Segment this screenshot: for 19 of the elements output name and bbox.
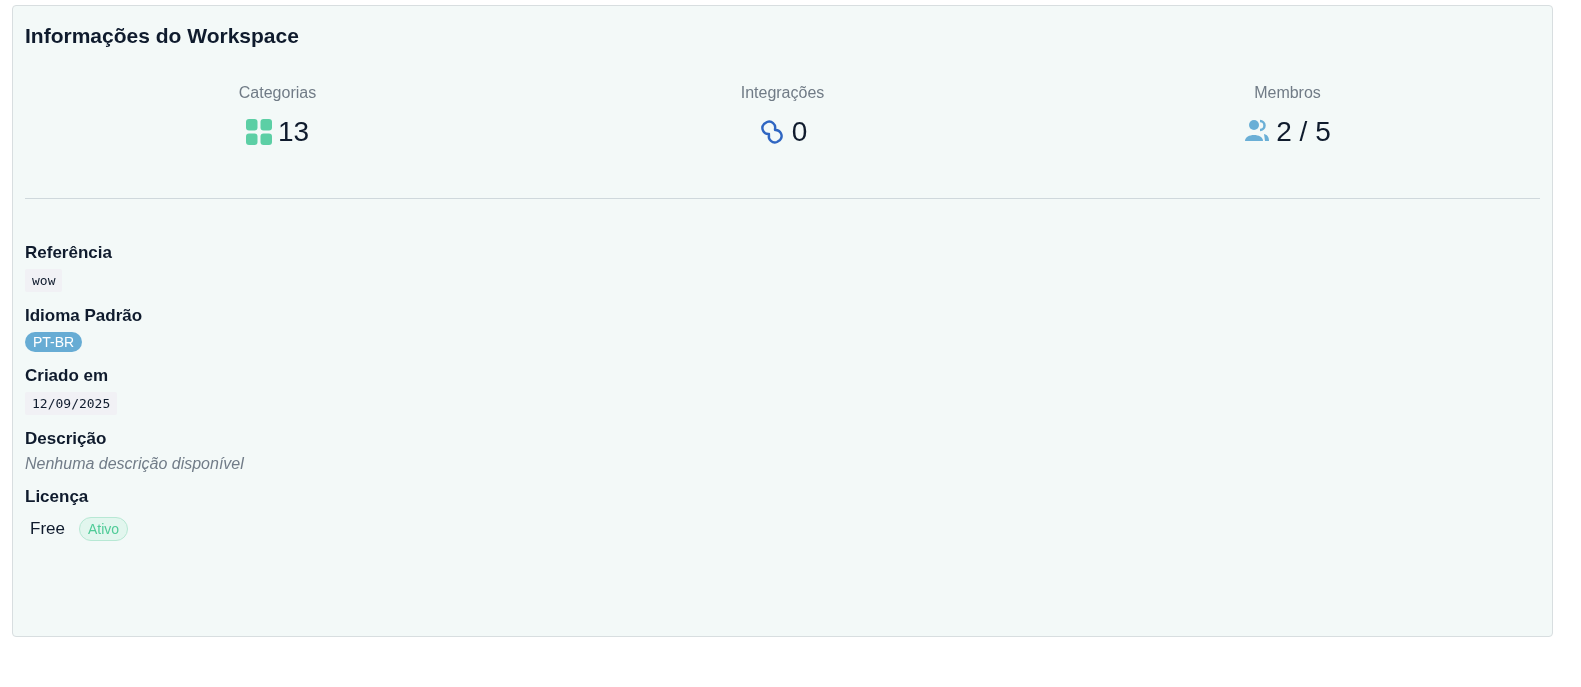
status-badge: Ativo xyxy=(78,517,129,541)
stat-label: Membros xyxy=(1254,84,1321,102)
field-label: Referência xyxy=(25,243,112,263)
stat-label: Integrações xyxy=(740,84,825,102)
field-label: Idioma Padrão xyxy=(25,306,143,326)
plan-name: Free xyxy=(30,519,65,539)
code-value: wow xyxy=(25,269,63,292)
field-label: Criado em xyxy=(25,366,109,386)
grid-icon xyxy=(245,119,272,145)
stat-value: 2 / 5 xyxy=(1276,116,1331,148)
stat-value: 13 xyxy=(277,116,310,148)
code-value: 12/09/2025 xyxy=(25,392,118,415)
stat-label: Categorias xyxy=(238,84,317,102)
field-label: Licença xyxy=(25,487,89,507)
description-text: Nenhuma descrição disponível xyxy=(25,455,244,473)
language-badge: PT-BR xyxy=(25,332,83,352)
card-title: Informações do Workspace xyxy=(25,24,300,48)
field-label: Descrição xyxy=(25,429,107,449)
stat-value: 0 xyxy=(791,116,808,148)
